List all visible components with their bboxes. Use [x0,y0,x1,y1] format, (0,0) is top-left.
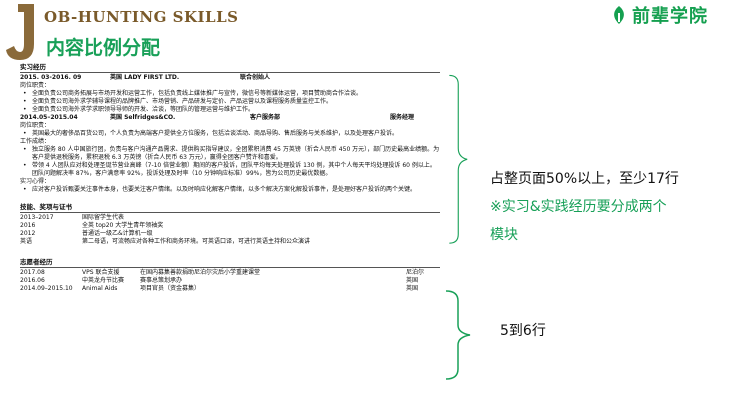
volunteer-row: 2017.08 VPS 联合支援 在国内募集善款捐助尼泊尔灾后小学重建课堂 尼泊尔 [20,269,440,277]
job2-duty-label: 岗位职责： [20,122,51,129]
skill-year: 英语 [20,238,33,245]
volunteer-place: 英国 [406,285,419,292]
annotation-main: 占整页面50%以上，至少17行 ※实习&实践经历要分成两个 模块 [490,165,679,249]
logo-leaf-icon [614,6,624,24]
annotation-line-highlight: ※实习&实践经历要分成两个 [490,199,667,215]
divider [20,212,440,213]
job1-duty-label: 岗位职责： [20,82,51,89]
divider [20,72,440,73]
job2-insight: 应对客户投诉甄要关注事件本身，也要关注客户情绪。以及时响应化解客户情绪，以多个解… [20,186,440,194]
skill-row: 2013–2017 国际留学生代表 [20,214,440,222]
volunteer-org: 中英龙舟节比赛 [82,277,125,284]
job1-company: 英国 LADY FIRST LTD. [110,74,180,81]
annotation-line-highlight: 模块 [490,227,518,243]
brand-logo: 前辈学院 [610,2,708,28]
resume-document: 实习经历 2015. 03-2016. 09 英国 LADY FIRST LTD… [20,63,440,381]
job2-bullet: 英国最大的奢侈品百货公司，个人负责为高端客户提供全方位服务，包括洽谈活动、商品导… [20,130,440,138]
volunteer-date: 2014.09–2015.10 [20,285,73,292]
volunteer-row: 2016.06 中英龙舟节比赛 赛事总策划承办 英国 [20,277,440,285]
section-heading-skills: 技能、奖项与证书 [20,203,72,211]
volunteer-row: 2014.09–2015.10 Animal Aids 项目官员（资金募集） 英国 [20,285,440,293]
section-heading-internship: 实习经历 [20,63,46,71]
job2-achieve-label: 工作成绩： [20,138,51,145]
job2-company: 英国 Selfridges&CO. [110,114,176,121]
job1-bullet: 全面负责公司商务拓展与市场开发和运营工作，包括负责线上媒体推广与宣传，微信号等新… [20,90,440,98]
job1-role: 联合创始人 [240,74,271,81]
volunteer-org: VPS 联合支援 [82,269,120,276]
skill-text: 国际留学生代表 [82,214,125,221]
job1-bullet: 全面负责公司海外求学求职领导导师的开发、洽谈，等团队的管理运营与维护工作。 [20,106,440,114]
volunteer-desc: 项目官员（资金募集） [140,285,201,292]
skill-row: 英语 第二母语，可流畅应对各种工作和商务环境。可英语口译，可进行英语主持和公众演讲 [20,238,440,246]
page-title-en: OB-HUNTING SKILLS [44,8,239,26]
brace-icon [449,74,468,244]
brace-icon [445,290,471,380]
job2-achievement: 带领 4 人团队应对和处理圣诞节营业高峰（7-10 倍营业额）期间的客户投诉，团… [20,162,440,178]
job2-achievement: 独立服务 80 人中国旅行团，负责与客户沟通产品需求、提供购买指导建议，全团累积… [20,146,440,162]
job2-date: 2014.05–2015.04 [20,114,78,121]
volunteer-place: 英国 [406,277,419,284]
page-title: 内容比例分配 [46,37,161,59]
skill-text: 全英 top20 大学生青年领袖奖 [82,222,164,229]
skill-year: 2016 [20,222,36,229]
job2-header: 2014.05–2015.04 英国 Selfridges&CO. 客户服务部 … [20,114,440,122]
volunteer-date: 2017.08 [20,269,45,276]
divider [20,267,440,268]
volunteer-place: 尼泊尔 [406,269,425,276]
job2-title: 服务经理 [390,114,415,121]
skill-year: 2012 [20,230,36,237]
volunteer-org: Animal Aids [82,285,118,292]
job1-header: 2015. 03-2016. 09 英国 LADY FIRST LTD. 联合创… [20,74,440,82]
volunteer-date: 2016.06 [20,277,45,284]
job2-role: 客户服务部 [250,114,281,121]
annotation-line: 占整页面50%以上，至少17行 [490,171,679,187]
logo-text: 前辈学院 [632,6,708,27]
skill-row: 2016 全英 top20 大学生青年领袖奖 [20,222,440,230]
job1-bullet: 全面负责公司海外求学辅导课程的品牌推广、市场营销、产品研发与定价、产品运营以及课… [20,98,440,106]
skill-row: 2012 普通话一级乙&计算机一级 [20,230,440,238]
annotation-secondary: 5到6行 [500,323,546,339]
section-heading-volunteer: 志愿者经历 [20,258,53,266]
j-letter-icon [6,4,34,60]
volunteer-desc: 在国内募集善款捐助尼泊尔灾后小学重建课堂 [140,269,261,276]
job1-date: 2015. 03-2016. 09 [20,74,82,81]
skill-year: 2013–2017 [20,214,54,221]
job2-insight-label: 实习心得： [20,178,51,185]
volunteer-desc: 赛事总策划承办 [140,277,183,284]
skill-text: 普通话一级乙&计算机一级 [82,230,153,237]
skill-text: 第二母语，可流畅应对各种工作和商务环境。可英语口译，可进行英语主持和公众演讲 [82,238,311,245]
